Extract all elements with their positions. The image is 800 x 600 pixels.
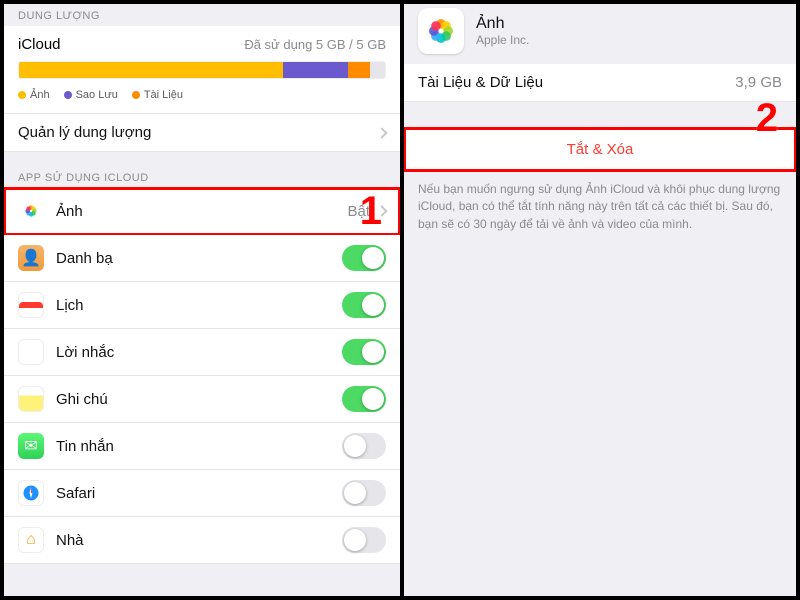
app-row-label: Danh bạ [56, 250, 113, 267]
toggle-switch[interactable] [342, 480, 386, 506]
storage-segment [19, 62, 283, 78]
app-row-safari[interactable]: Safari [4, 470, 400, 517]
app-row-label: Nhà [56, 532, 84, 549]
toggle-knob [344, 482, 366, 504]
toggle-switch[interactable] [342, 245, 386, 271]
notes-icon [18, 386, 44, 412]
photos-icon [18, 198, 44, 224]
footnote-text: Nếu bạn muốn ngưng sử dụng Ảnh iCloud và… [404, 171, 796, 243]
turn-off-and-delete-button[interactable]: Tắt & Xóa [404, 128, 796, 171]
reminders-icon [18, 339, 44, 365]
home-icon: ⌂ [18, 527, 44, 553]
icloud-label: iCloud [18, 36, 61, 53]
toggle-knob [362, 341, 384, 363]
documents-data-value: 3,9 GB [735, 74, 782, 91]
legend-item: Sao Lưu [64, 89, 118, 101]
toggle-knob [344, 435, 366, 457]
toggle-knob [344, 529, 366, 551]
left-pane-icloud-storage: DUNG LƯỢNG iCloud Đã sử dụng 5 GB / 5 GB… [4, 4, 400, 596]
section-header-storage: DUNG LƯỢNG [4, 4, 400, 26]
toggle-knob [362, 388, 384, 410]
app-row-label: Ảnh [56, 203, 83, 220]
app-row-label: Safari [56, 485, 95, 502]
callout-number-2: 2 [756, 96, 778, 141]
app-row-reminders[interactable]: Lời nhắc [4, 329, 400, 376]
app-row-notes[interactable]: Ghi chú [4, 376, 400, 423]
app-row-label: Ghi chú [56, 391, 108, 408]
documents-data-row[interactable]: Tài Liệu & Dữ Liệu 3,9 GB [404, 64, 796, 102]
storage-summary-block: iCloud Đã sử dụng 5 GB / 5 GB Ảnh Sao Lưu… [4, 26, 400, 114]
calendar-icon [18, 292, 44, 318]
app-vendor-label: Apple Inc. [476, 33, 529, 47]
app-row-contacts[interactable]: 👤 Danh bạ [4, 235, 400, 282]
documents-data-label: Tài Liệu & Dữ Liệu [418, 74, 543, 91]
chevron-right-icon [376, 127, 387, 138]
app-row-photos[interactable]: ẢnhBật [4, 188, 400, 235]
toggle-switch[interactable] [342, 292, 386, 318]
app-row-calendar[interactable]: Lịch [4, 282, 400, 329]
storage-segment [348, 62, 370, 78]
legend-item: Ảnh [18, 89, 50, 101]
messages-icon: ✉ [18, 433, 44, 459]
right-pane-photos-detail: Ảnh Apple Inc. Tài Liệu & Dữ Liệu 3,9 GB… [400, 4, 796, 596]
storage-usage-text: Đã sử dụng 5 GB / 5 GB [244, 37, 386, 52]
photos-app-icon [418, 8, 464, 54]
app-name-label: Ảnh [476, 15, 529, 33]
toggle-knob [362, 294, 384, 316]
safari-icon [18, 480, 44, 506]
storage-bar [18, 61, 386, 79]
toggle-switch[interactable] [342, 339, 386, 365]
tutorial-composite: DUNG LƯỢNG iCloud Đã sử dụng 5 GB / 5 GB… [0, 0, 800, 600]
manage-storage-row[interactable]: Quản lý dung lượng [4, 114, 400, 152]
app-row-label: Tin nhắn [56, 438, 114, 455]
section-header-apps: APP SỬ DỤNG ICLOUD [4, 166, 400, 188]
storage-segment [283, 62, 349, 78]
app-row-label: Lịch [56, 297, 84, 314]
app-row-label: Lời nhắc [56, 344, 114, 361]
toggle-knob [362, 247, 384, 269]
storage-legend: Ảnh Sao Lưu Tài Liệu [18, 89, 386, 101]
turn-off-and-delete-label: Tắt & Xóa [567, 141, 634, 158]
app-row-messages[interactable]: ✉ Tin nhắn [4, 423, 400, 470]
manage-storage-label: Quản lý dung lượng [18, 124, 151, 141]
toggle-switch[interactable] [342, 386, 386, 412]
app-row-home[interactable]: ⌂ Nhà [4, 517, 400, 564]
toggle-switch[interactable] [342, 433, 386, 459]
legend-item: Tài Liệu [132, 89, 183, 101]
toggle-switch[interactable] [342, 527, 386, 553]
app-header: Ảnh Apple Inc. [404, 4, 796, 64]
contacts-icon: 👤 [18, 245, 44, 271]
apps-using-icloud-list: ẢnhBật 👤 Danh bạ Lịch Lời nhắc Ghi chú ✉ Tin nh… [4, 188, 400, 564]
callout-number-1: 1 [360, 189, 382, 234]
